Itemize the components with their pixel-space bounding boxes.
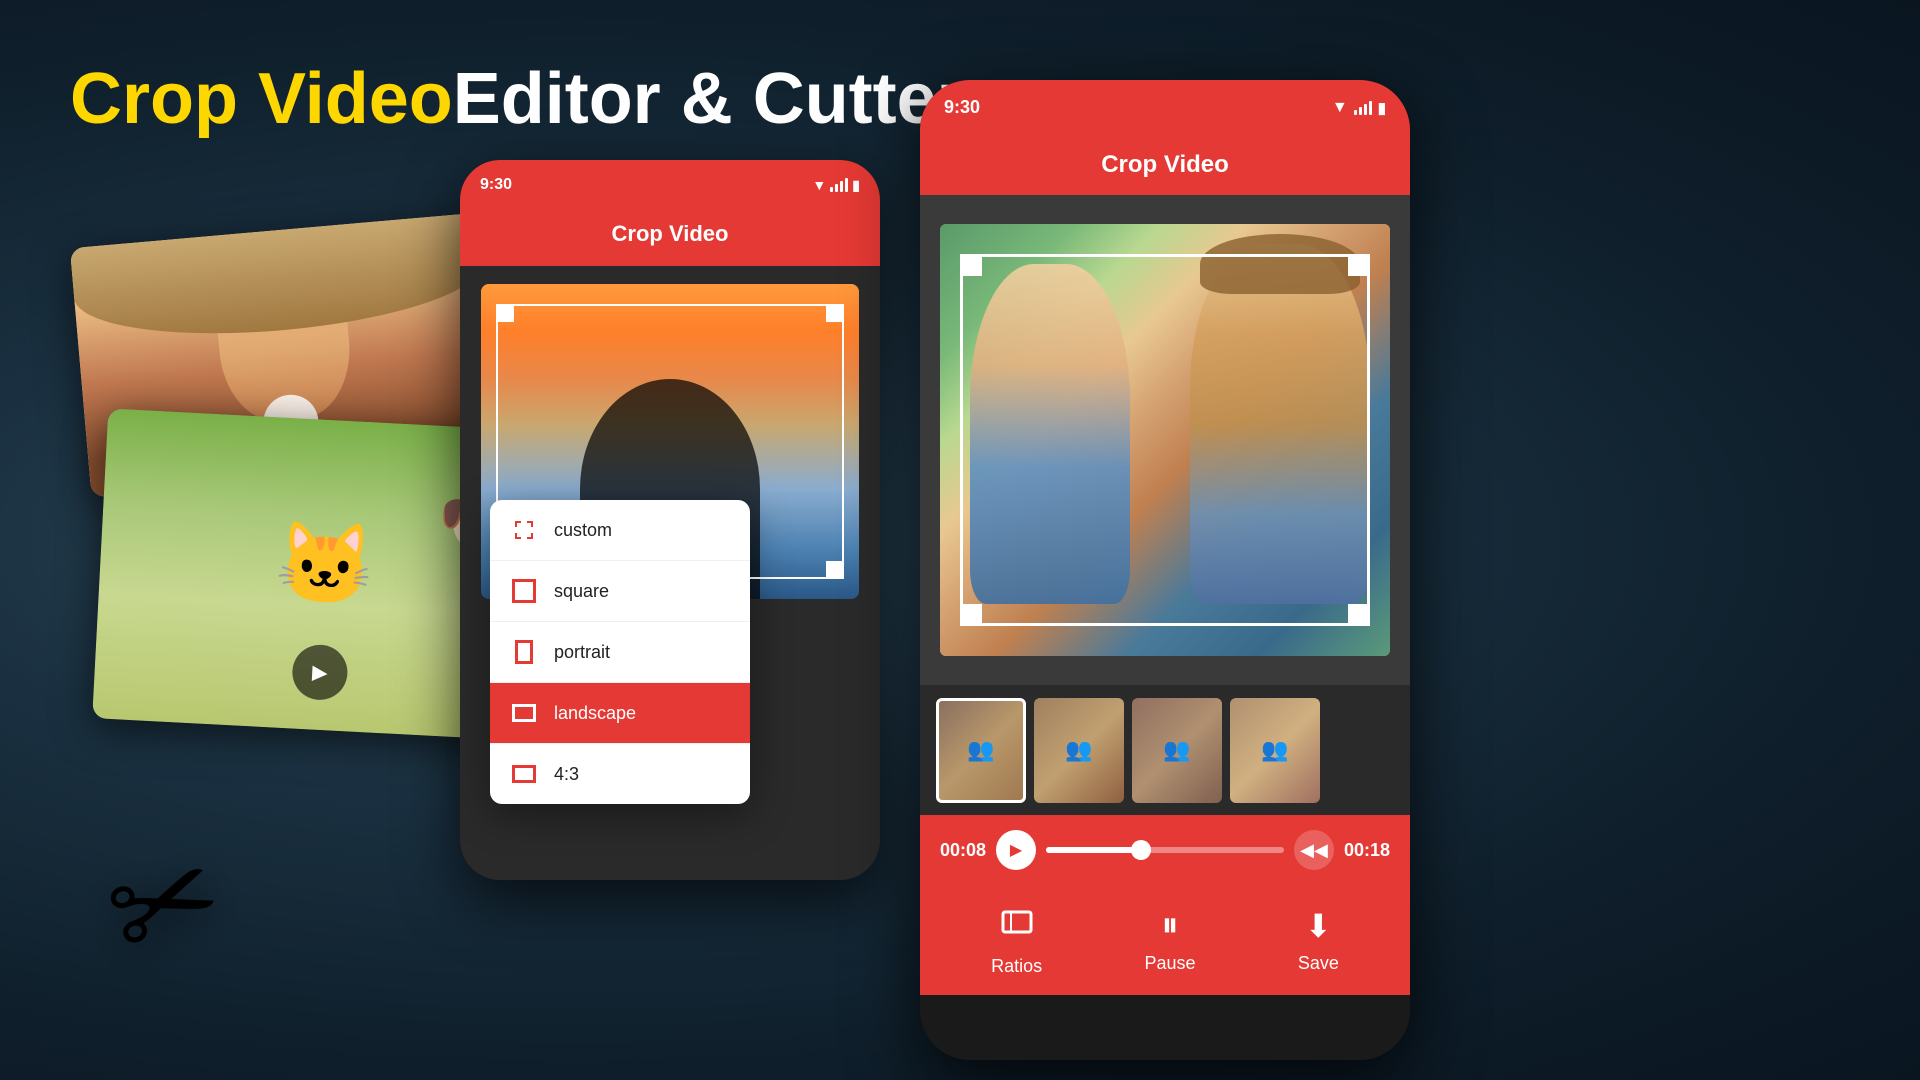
app-title-middle: Crop Video — [612, 221, 729, 247]
crop-corner-tl[interactable] — [496, 304, 514, 322]
film-thumb-4[interactable]: 👥 — [1230, 698, 1320, 803]
crop-corner-right-tl[interactable] — [960, 254, 982, 276]
dropdown-label-custom: custom — [554, 520, 612, 541]
filmstrip: 👥 👥 👥 👥 — [920, 685, 1410, 815]
phone-right: 9:30 ▼ ▮ Crop Video — [920, 80, 1410, 1060]
battery-icon-right: ▮ — [1378, 99, 1386, 117]
title-white: Editor & Cutter — [453, 59, 965, 139]
rewind-button[interactable]: ◀◀ — [1294, 830, 1334, 870]
crop-corner-tr[interactable] — [826, 304, 844, 322]
dropdown-label-portrait: portrait — [554, 642, 610, 663]
dropdown-label-square: square — [554, 581, 609, 602]
bottom-toolbar: Ratios ⏸ Pause ⬇ Save — [920, 885, 1410, 995]
save-label: Save — [1298, 953, 1339, 974]
status-time-middle: 9:30 — [480, 176, 512, 194]
page-title: Crop VideoEditor & Cutter — [70, 60, 965, 139]
square-icon-shape — [512, 579, 536, 603]
status-time-right: 9:30 — [944, 97, 980, 118]
crop-corner-right-tr[interactable] — [1348, 254, 1370, 276]
ratios-button[interactable]: Ratios — [991, 904, 1042, 977]
signal-icon-right — [1354, 101, 1372, 115]
dropdown-icon-custom — [510, 516, 538, 544]
status-icons-right: ▼ ▮ — [1332, 99, 1386, 117]
status-bar-middle: 9:30 ▼ ▮ — [460, 160, 880, 210]
dropdown-menu: custom square portrait landscape 4:3 — [490, 500, 750, 804]
video-area-right — [920, 195, 1410, 685]
timeline-track[interactable] — [1046, 847, 1284, 853]
dropdown-label-43: 4:3 — [554, 764, 579, 785]
crop-corner-right-br[interactable] — [1348, 604, 1370, 626]
app-bar-middle: Crop Video — [460, 210, 880, 266]
dropdown-icon-landscape — [510, 699, 538, 727]
play-button[interactable]: ▶ — [291, 643, 349, 701]
battery-icon-middle: ▮ — [852, 177, 860, 194]
crop-corner-right-bl[interactable] — [960, 604, 982, 626]
video-preview-right — [940, 224, 1391, 655]
wifi-icon-middle: ▼ — [812, 177, 826, 193]
pause-toolbar-button[interactable]: ⏸ Pause — [1144, 906, 1195, 974]
film-thumb-1[interactable]: 👥 — [936, 698, 1026, 803]
dropdown-item-landscape[interactable]: landscape — [490, 683, 750, 744]
status-icons-middle: ▼ ▮ — [812, 177, 860, 194]
play-timeline-button[interactable]: ▶ — [996, 830, 1036, 870]
time-end: 00:18 — [1344, 840, 1390, 861]
dropdown-item-custom[interactable]: custom — [490, 500, 750, 561]
timeline-thumb[interactable] — [1131, 840, 1151, 860]
landscape-icon-shape — [512, 704, 536, 722]
app-title-right: Crop Video — [1101, 151, 1229, 179]
app-bar-right: Crop Video — [920, 135, 1410, 195]
pause-label: Pause — [1144, 953, 1195, 974]
title-yellow: Crop Video — [70, 59, 453, 139]
save-button[interactable]: ⬇ Save — [1298, 907, 1339, 974]
wifi-icon-right: ▼ — [1332, 99, 1348, 117]
film-thumb-2[interactable]: 👥 — [1034, 698, 1124, 803]
save-icon: ⬇ — [1305, 907, 1332, 945]
ratios-label: Ratios — [991, 956, 1042, 977]
dropdown-item-portrait[interactable]: portrait — [490, 622, 750, 683]
dropdown-icon-square — [510, 577, 538, 605]
crop-overlay-right — [960, 254, 1371, 625]
dropdown-icon-43 — [510, 760, 538, 788]
dropdown-item-43[interactable]: 4:3 — [490, 744, 750, 804]
status-bar-right: 9:30 ▼ ▮ — [920, 80, 1410, 135]
signal-icon-middle — [830, 178, 848, 192]
portrait-icon-shape — [515, 640, 533, 664]
ratio43-icon-shape — [512, 765, 536, 783]
dropdown-label-landscape: landscape — [554, 703, 636, 724]
timeline-progress — [1046, 847, 1141, 853]
crop-corner-br[interactable] — [826, 561, 844, 579]
film-thumb-3[interactable]: 👥 — [1132, 698, 1222, 803]
dropdown-item-square[interactable]: square — [490, 561, 750, 622]
pause-toolbar-icon: ⏸ — [1161, 906, 1178, 945]
time-start: 00:08 — [940, 840, 986, 861]
timeline: 00:08 ▶ ◀◀ 00:18 — [920, 815, 1410, 885]
ratios-icon — [999, 904, 1035, 948]
dropdown-icon-portrait — [510, 638, 538, 666]
